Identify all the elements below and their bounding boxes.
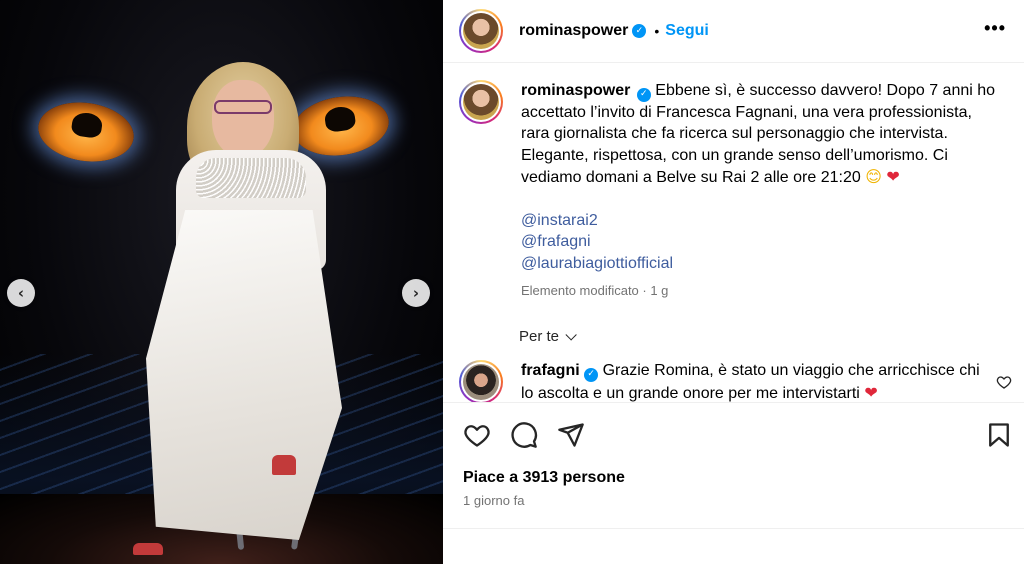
verified-badge-icon: ✓ [632,24,647,38]
heart-outline-icon[interactable] [463,421,491,449]
caption-meta: Elemento modificato · 1 g [521,283,669,299]
commenter-avatar[interactable] [459,360,503,402]
more-options-icon[interactable]: ••• [984,18,1006,39]
mention-link[interactable]: @frafagni [521,231,996,253]
caption-body: rominaspower ✓ Ebbene sì, è successo dav… [521,80,996,302]
carousel-prev-button[interactable]: ‹ [7,279,35,307]
verified-badge-icon: ✓ [636,87,651,102]
carousel-next-button[interactable]: › [402,279,430,307]
avatar-image [463,84,499,120]
caption-mentions: @instarai2 @frafagni @laurabiagiottioffi… [521,210,996,275]
comment-body: frafagni ✓ Grazie Romina, è stato un via… [521,360,991,402]
subject-dress [146,210,342,540]
post-caption: rominaspower ✓ Ebbene sì, è successo dav… [459,80,996,302]
comment-item: frafagni ✓ Grazie Romina, è stato un via… [459,360,991,402]
author-avatar[interactable] [459,9,503,53]
smile-emoji-icon: 😊 [865,167,882,187]
chevron-right-icon: › [412,284,420,302]
chevron-left-icon: ‹ [17,284,25,302]
caption-username[interactable]: rominaspower [521,82,630,99]
caption-avatar[interactable] [459,80,503,124]
subject-shoe [133,543,163,555]
post-side-panel: rominaspower ✓ • Segui ••• rominaspower … [443,0,1024,564]
mention-link[interactable]: @instarai2 [521,210,996,232]
post-timestamp[interactable]: 1 giorno fa [463,493,524,508]
subject-shoe [272,455,296,475]
heart-emoji-icon: ❤ [886,167,900,187]
verified-badge-icon: ✓ [584,367,599,382]
comments-section[interactable]: rominaspower ✓ Ebbene sì, è successo dav… [443,64,1024,402]
comment-bubble-icon[interactable] [510,421,538,449]
subject-face [212,80,274,158]
for-you-label: Per te [519,328,560,345]
mention-link[interactable]: @laurabiagiottiofficial [521,253,996,275]
comment-like-icon[interactable] [996,374,1012,390]
heart-emoji-icon: ❤ [864,382,878,402]
likes-count[interactable]: Piace a 3913 persone [463,469,625,487]
paper-plane-icon[interactable] [557,421,585,449]
post-actions: Piace a 3913 persone 1 giorno fa [443,402,1024,529]
avatar-image [463,13,499,49]
subject-sequins [196,158,306,198]
bookmark-icon[interactable] [985,421,1013,449]
subject-glasses [214,100,272,114]
separator-dot: • [654,23,660,39]
follow-button[interactable]: Segui [665,22,709,40]
post-media[interactable]: ‹ › [0,0,443,564]
post-header: rominaspower ✓ • Segui ••• [443,0,1024,63]
photo-subject [0,0,443,564]
avatar-image [463,364,499,400]
for-you-dropdown[interactable]: Per te [519,328,577,345]
chevron-down-icon [565,329,577,341]
author-username[interactable]: rominaspower [519,22,628,40]
comment-username[interactable]: frafagni [521,362,580,379]
